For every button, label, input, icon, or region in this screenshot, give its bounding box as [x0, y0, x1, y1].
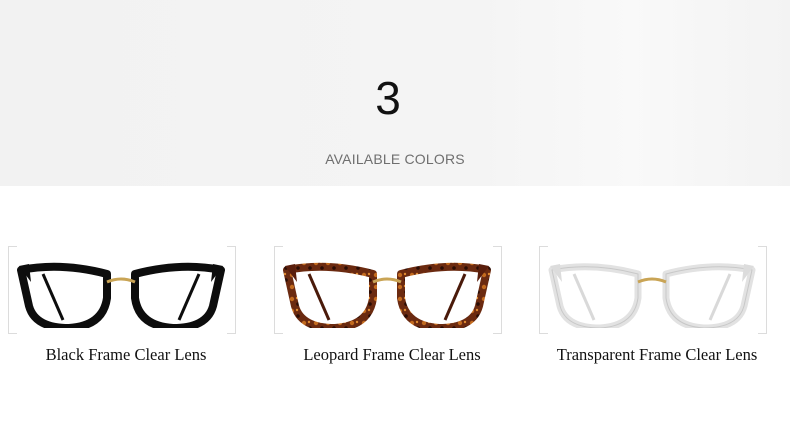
black-glasses-image [17, 262, 225, 328]
product-option-black[interactable]: Black Frame Clear Lens [6, 238, 256, 368]
product-caption: Leopard Frame Clear Lens [303, 345, 481, 364]
product-option-leopard[interactable]: Leopard Frame Clear Lens [272, 238, 522, 368]
leopard-glasses-image [283, 262, 491, 328]
product-option-transparent[interactable]: Transparent Frame Clear Lens [537, 238, 787, 368]
available-colors-label: AVAILABLE COLORS [325, 151, 465, 167]
transparent-glasses-image [548, 263, 756, 328]
product-caption: Transparent Frame Clear Lens [556, 345, 758, 364]
product-caption: Black Frame Clear Lens [45, 345, 207, 364]
colors-header-band: 3 AVAILABLE COLORS [0, 0, 790, 186]
color-count-number: 3 [375, 72, 401, 124]
